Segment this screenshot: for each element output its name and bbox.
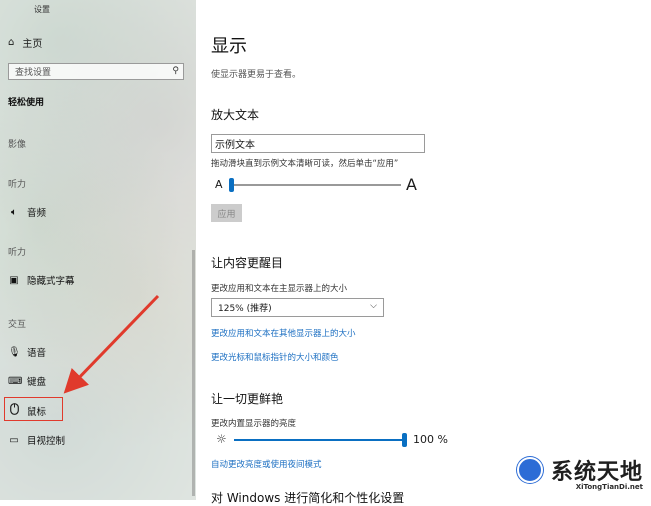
link-night-light[interactable]: 自动更改亮度或使用夜间模式 (211, 458, 322, 470)
chevron-down-icon: ⌵ (370, 301, 377, 311)
mouse-highlight-box (4, 397, 63, 421)
category-hearing-2: 听力 (8, 248, 27, 258)
eye-control-icon: ▭ (9, 434, 19, 446)
category-vision: 影像 (8, 140, 27, 150)
main-panel: 显示 使显示器更易于查看。 放大文本 示例文本 拖动滑块直到示例文本清晰可读，然… (196, 0, 651, 505)
brightness-slider-thumb[interactable] (402, 433, 407, 447)
keyboard-icon: ⌨ (8, 375, 23, 387)
sidebar-item-label: 键盘 (27, 377, 47, 388)
apply-button[interactable]: 应用 (211, 204, 242, 222)
scale-dropdown[interactable]: 125% (推荐) ⌵ (211, 298, 384, 317)
captions-icon: ▣ (9, 274, 19, 286)
link-pointer-size[interactable]: 更改光标和鼠标指针的大小和颜色 (211, 351, 339, 363)
sidebar-item-label: 语音 (27, 348, 47, 359)
search-placeholder: 查找设置 (15, 68, 52, 78)
watermark-url: XiTongTianDi.net (575, 483, 643, 491)
scale-label: 更改应用和文本在主显示器上的大小 (211, 284, 348, 294)
home-icon: ⌂ (8, 37, 15, 48)
large-a-label: A (406, 175, 417, 194)
home-label: 主页 (22, 39, 43, 50)
brightness-value: 100 % (413, 433, 448, 446)
sidebar-item-label: 隐藏式字幕 (27, 276, 75, 287)
text-size-slider-thumb[interactable] (229, 178, 234, 192)
slider-instruction: 拖动滑块直到示例文本清晰可读，然后单击“应用” (211, 159, 399, 169)
section-title: 轻松使用 (8, 98, 45, 108)
search-input[interactable]: 查找设置 ⚲ (8, 63, 184, 80)
sidebar-item-captions[interactable]: ▣ 隐藏式字幕 (8, 273, 75, 288)
scale-selected: 125% (推荐) (218, 304, 272, 314)
sidebar-item-speech[interactable]: 🎙︎ 语音 (8, 345, 47, 360)
enlarge-text-heading: 放大文本 (211, 108, 260, 122)
search-icon: ⚲ (172, 66, 179, 76)
watermark-logo (517, 457, 543, 483)
microphone-icon: 🎙︎ (8, 346, 21, 358)
sidebar-item-label: 音频 (27, 208, 47, 219)
page-description: 使显示器更易于查看。 (211, 70, 302, 80)
text-size-slider-track[interactable] (231, 184, 401, 186)
brighter-heading: 让一切更鲜艳 (211, 392, 284, 406)
category-hearing: 听力 (8, 180, 27, 190)
link-other-displays[interactable]: 更改应用和文本在其他显示器上的大小 (211, 327, 356, 339)
app-title: 设置 (34, 5, 50, 14)
simplify-heading: 对 Windows 进行简化和个性化设置 (211, 491, 405, 505)
sample-text-box: 示例文本 (211, 134, 425, 153)
sidebar-scrollbar[interactable] (192, 250, 195, 496)
home-button[interactable]: ⌂ 主页 (8, 35, 42, 50)
category-interaction: 交互 (8, 320, 27, 330)
sidebar-item-eye-control[interactable]: ▭ 目视控制 (8, 433, 66, 448)
brightness-slider-fill[interactable] (234, 439, 404, 441)
speaker-icon: 🔈︎ (11, 206, 17, 218)
page-title: 显示 (211, 36, 247, 57)
small-a-label: A (215, 178, 223, 191)
brightness-label: 更改内置显示器的亮度 (211, 419, 297, 429)
sun-icon: ☼ (216, 432, 227, 446)
watermark-text: 系统天地 (550, 460, 643, 485)
make-bigger-heading: 让内容更醒目 (211, 256, 284, 270)
sidebar-item-audio[interactable]: 🔈︎ 音频 (8, 205, 47, 220)
sidebar-item-label: 目视控制 (27, 436, 66, 447)
watermark: 系统天地 XiTongTianDi.net (515, 448, 643, 496)
sidebar: 设置 ⌂ 主页 查找设置 ⚲ 轻松使用 影像 听力 🔈︎ 音频 听力 ▣ 隐藏式… (0, 0, 196, 500)
sidebar-item-keyboard[interactable]: ⌨ 键盘 (8, 374, 47, 389)
